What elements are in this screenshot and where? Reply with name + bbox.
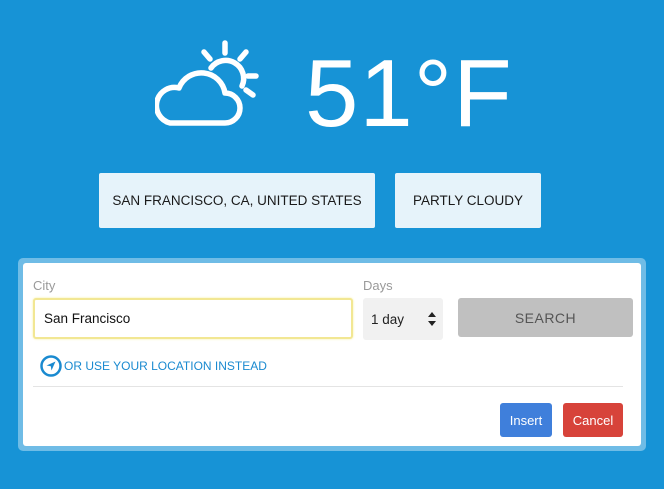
days-label: Days — [363, 278, 393, 293]
use-location-text: OR USE YOUR LOCATION INSTEAD — [64, 359, 267, 373]
select-arrows-icon — [428, 312, 436, 326]
use-location-link[interactable]: OR USE YOUR LOCATION INSTEAD — [40, 355, 267, 377]
location-arrow-icon — [40, 355, 62, 377]
cancel-button[interactable]: Cancel — [563, 403, 623, 437]
condition-badge: PARTLY CLOUDY — [395, 173, 541, 228]
search-panel-frame: City Days 1 day SEARCH OR USE YOUR LOCAT… — [18, 258, 646, 451]
search-button[interactable]: SEARCH — [458, 298, 633, 337]
days-select-value: 1 day — [371, 311, 405, 327]
search-panel: City Days 1 day SEARCH OR USE YOUR LOCAT… — [23, 263, 641, 446]
location-badge: SAN FRANCISCO, CA, UNITED STATES — [99, 173, 375, 228]
insert-button[interactable]: Insert — [500, 403, 552, 437]
city-label: City — [33, 278, 56, 293]
divider — [33, 386, 623, 387]
temperature: 51°F — [305, 40, 513, 147]
weather-header: 51°F — [155, 38, 535, 143]
days-select[interactable]: 1 day — [363, 298, 443, 340]
partly-cloudy-icon — [155, 40, 259, 126]
city-input[interactable] — [33, 298, 353, 339]
